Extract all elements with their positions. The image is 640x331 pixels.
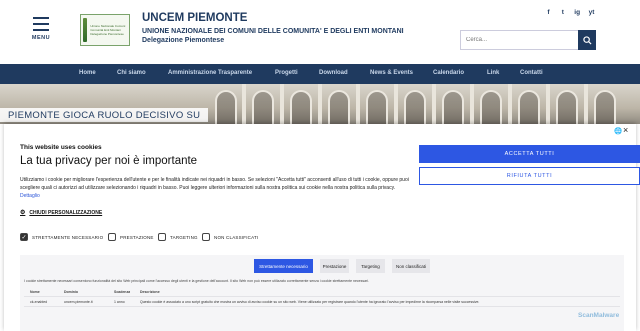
- checkbox-label: PRESTAZIONE: [120, 234, 154, 240]
- hero-image[interactable]: PIEMONTE GIOCA RUOLO DECISIVO SU: [0, 84, 640, 124]
- hero-pillar: [280, 84, 284, 124]
- facebook-icon[interactable]: f: [544, 9, 553, 16]
- nav-item-download[interactable]: Download: [319, 70, 348, 76]
- hero-pillar: [432, 84, 436, 124]
- hero-arch: [556, 90, 578, 124]
- hero-arch: [480, 90, 502, 124]
- nav-item-progetti[interactable]: Progetti: [275, 70, 298, 76]
- site-logo[interactable]: Unione Nazionale Comuni Comunità Enti Mo…: [80, 14, 130, 46]
- table-row: ck-enabled uncem.piemonte.it 1 anno Ques…: [24, 297, 620, 307]
- title-block: UNCEM PIEMONTE UNIONE NAZIONALE DEI COMU…: [142, 12, 442, 45]
- cookie-category-description: I cookie strettamente necessari consento…: [24, 279, 369, 283]
- tab-performance[interactable]: Prestazione: [320, 259, 349, 273]
- hero-arch: [252, 90, 274, 124]
- tab-unclassified[interactable]: Non classificati: [392, 259, 430, 273]
- hamburger-icon-bar: [33, 29, 49, 31]
- close-personalization-label: CHIUDI PERSONALIZZAZIONE: [29, 209, 103, 216]
- twitter-icon[interactable]: t: [558, 9, 567, 16]
- hero-pillar: [508, 84, 512, 124]
- social-links: f t ig yt: [544, 9, 596, 16]
- hero-pillar: [318, 84, 322, 124]
- hero-arch: [594, 90, 616, 124]
- checkbox-strictly-necessary[interactable]: ✓ STRETTAMENTE NECESSARIO: [20, 233, 103, 241]
- hero-pillar: [242, 84, 246, 124]
- checkbox-label: NON CLASSIFICATI: [214, 234, 259, 240]
- nav-item-contatti[interactable]: Contatti: [520, 70, 543, 76]
- table-header-row: Nome Dominio Scadenza Descrizione: [24, 287, 620, 297]
- checkbox-checked-icon: ✓: [20, 233, 28, 241]
- main-nav: Home Chi siamo Amministrazione Trasparen…: [0, 64, 640, 84]
- cookie-category-checkboxes: ✓ STRETTAMENTE NECESSARIO PRESTAZIONE TA…: [20, 233, 320, 245]
- checkbox-label: STRETTAMENTE NECESSARIO: [32, 234, 104, 240]
- hero-arch: [215, 90, 237, 124]
- nav-item-calendario[interactable]: Calendario: [433, 70, 464, 76]
- checkbox-unchecked-icon: [202, 233, 210, 241]
- youtube-icon[interactable]: yt: [587, 9, 596, 16]
- logo-text: Unione Nazionale Comuni Comunità Enti Mo…: [90, 24, 126, 36]
- cookie-name-cell: ck-enabled: [30, 300, 48, 304]
- site-title: UNCEM PIEMONTE: [142, 12, 248, 24]
- hero-pillar: [584, 84, 588, 124]
- cookie-banner: 🌐 × This website uses cookies La tua pri…: [4, 124, 640, 331]
- hero-headline[interactable]: PIEMONTE GIOCA RUOLO DECISIVO SU: [0, 108, 209, 122]
- cookie-expiry-cell: 1 anno: [114, 300, 125, 304]
- cookie-heading: La tua privacy per noi è importante: [20, 155, 198, 167]
- site-delegation: Delegazione Piemontese: [142, 37, 225, 44]
- table-header-domain: Dominio: [64, 290, 78, 294]
- nav-item-amministrazione[interactable]: Amministrazione Trasparente: [168, 70, 252, 76]
- hero-arch: [404, 90, 426, 124]
- nav-item-news[interactable]: News & Events: [370, 70, 413, 76]
- checkbox-unclassified[interactable]: NON CLASSIFICATI: [202, 233, 258, 241]
- hero-arch: [518, 90, 540, 124]
- hero-arch: [366, 90, 388, 124]
- hero-pillar: [470, 84, 474, 124]
- checkbox-targeting[interactable]: TARGETING: [158, 233, 198, 241]
- accept-all-button[interactable]: ACCETTA TUTTI: [419, 145, 640, 163]
- cookie-title: This website uses cookies: [20, 144, 102, 151]
- reject-all-button[interactable]: RIFIUTA TUTTI: [419, 167, 640, 185]
- nav-item-home[interactable]: Home: [79, 70, 96, 76]
- hero-arch: [442, 90, 464, 124]
- instagram-icon[interactable]: ig: [573, 9, 582, 16]
- search-bar: [460, 30, 596, 50]
- nav-item-chi-siamo[interactable]: Chi siamo: [117, 70, 146, 76]
- nav-item-link[interactable]: Link: [487, 70, 499, 76]
- gear-icon: ⚙: [20, 210, 26, 216]
- checkbox-performance[interactable]: PRESTAZIONE: [108, 233, 154, 241]
- tab-targeting[interactable]: Targeting: [356, 259, 385, 273]
- site-header: MENU Unione Nazionale Comuni Comunità En…: [0, 0, 640, 64]
- logo-mark-icon: [83, 18, 88, 42]
- cookie-details-link[interactable]: Dettaglio: [20, 193, 40, 199]
- search-input[interactable]: [460, 30, 578, 50]
- checkbox-label: TARGETING: [170, 234, 198, 240]
- cookie-details-panel: Strettamente necessario Prestazione Targ…: [20, 255, 624, 331]
- table-header-description: Descrizione: [140, 290, 160, 294]
- checkbox-unchecked-icon: [158, 233, 166, 241]
- hero-pillar: [394, 84, 398, 124]
- close-personalization-button[interactable]: ⚙ CHIUDI PERSONALIZZAZIONE: [20, 209, 103, 217]
- tab-strictly-necessary[interactable]: Strettamente necessario: [254, 259, 313, 273]
- hero-pillar: [356, 84, 360, 124]
- cookie-domain-cell: uncem.piemonte.it: [64, 300, 93, 304]
- hero-pillar: [546, 84, 550, 124]
- close-icon[interactable]: ×: [623, 125, 628, 135]
- hamburger-icon-bar: [33, 23, 49, 25]
- menu-button[interactable]: MENU: [26, 17, 56, 43]
- site-subtitle: UNIONE NAZIONALE DEI COMUNI DELLE COMUNI…: [142, 28, 404, 35]
- cookie-table: Nome Dominio Scadenza Descrizione ck-ena…: [24, 287, 620, 307]
- table-header-name: Nome: [30, 290, 40, 294]
- cookie-description-cell: Questo cookie è associato a uno script g…: [140, 300, 480, 304]
- checkbox-unchecked-icon: [108, 233, 116, 241]
- table-header-expiry: Scadenza: [114, 290, 131, 294]
- hero-arch: [290, 90, 312, 124]
- hamburger-icon: [33, 17, 49, 19]
- search-icon: [582, 35, 592, 45]
- globe-icon[interactable]: 🌐: [614, 127, 622, 135]
- cookie-category-tabs: Strettamente necessario Prestazione Targ…: [254, 259, 437, 273]
- watermark: ScanMalware: [578, 312, 620, 319]
- search-button[interactable]: [578, 30, 596, 50]
- menu-label: MENU: [31, 35, 51, 41]
- hero-arch: [328, 90, 350, 124]
- cookie-body: Utilizziamo i cookie per migliorare l'es…: [20, 177, 409, 191]
